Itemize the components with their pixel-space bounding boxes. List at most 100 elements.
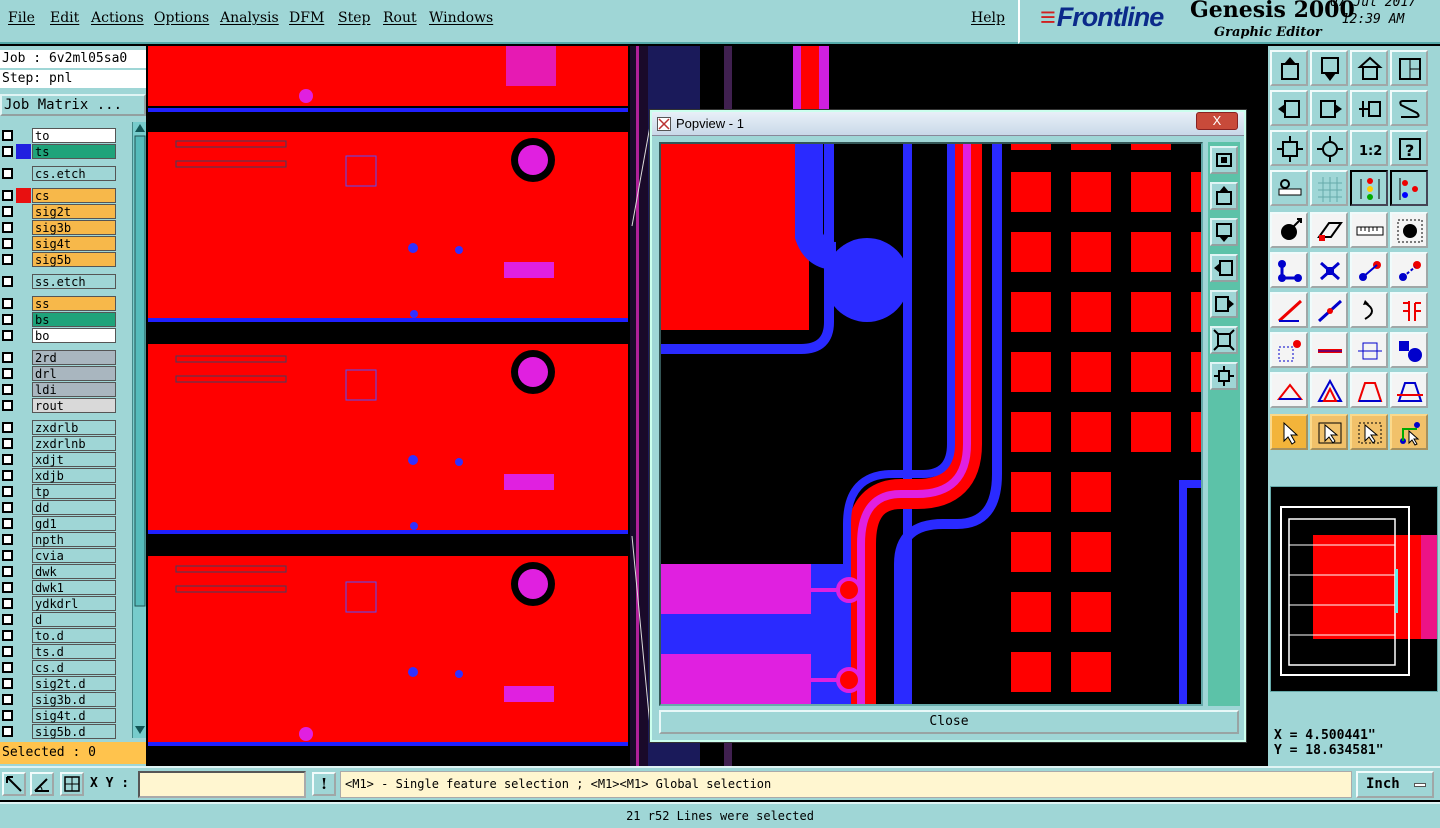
layer-checkbox[interactable] <box>2 502 13 513</box>
layer-name[interactable]: sig2t.d <box>32 676 116 691</box>
layer-checkbox[interactable] <box>2 486 13 497</box>
layer-checkbox[interactable] <box>2 582 13 593</box>
pv-pan-left-button[interactable] <box>1210 254 1238 282</box>
layer-name[interactable]: ss <box>32 296 116 311</box>
cut-button[interactable] <box>1310 332 1348 368</box>
layer-name[interactable]: gd1 <box>32 516 116 531</box>
layer-row[interactable]: ss <box>0 296 118 311</box>
pv-pan-right-button[interactable] <box>1210 290 1238 318</box>
menu-analysis[interactable]: Analysis <box>220 10 279 26</box>
layer-checkbox[interactable] <box>2 726 13 737</box>
layer-name[interactable]: bs <box>32 312 116 327</box>
layer-row[interactable]: sig3b.d <box>0 692 118 707</box>
popview-zoom-canvas[interactable] <box>659 142 1203 706</box>
measure-button[interactable] <box>1270 170 1308 206</box>
rotate-button[interactable] <box>1270 332 1308 368</box>
pan-right-button[interactable] <box>1310 90 1348 126</box>
layer-checkbox[interactable] <box>2 190 13 201</box>
layer-row[interactable]: sig4t.d <box>0 708 118 723</box>
layer-row[interactable]: xdjt <box>0 452 118 467</box>
layer-row[interactable]: npth <box>0 532 118 547</box>
resize-button[interactable] <box>1350 332 1388 368</box>
layer-row[interactable]: xdjb <box>0 468 118 483</box>
layer-checkbox[interactable] <box>2 330 13 341</box>
layer-checkbox[interactable] <box>2 630 13 641</box>
layer-row[interactable]: gd1 <box>0 516 118 531</box>
layer-row[interactable]: rout <box>0 398 118 413</box>
select-pointer-button[interactable] <box>1270 414 1308 450</box>
previous-view-button[interactable] <box>1350 90 1388 126</box>
layer-row[interactable]: ss.etch <box>0 274 118 289</box>
layer-row[interactable]: ts.d <box>0 644 118 659</box>
xy-input[interactable] <box>138 771 306 798</box>
popview-title-bar[interactable]: Popview - 1 X <box>652 112 1244 136</box>
measure-angle-button[interactable] <box>30 772 54 796</box>
layer-name[interactable]: xdjt <box>32 452 116 467</box>
redraw-button[interactable] <box>1390 90 1428 126</box>
layer-checkbox[interactable] <box>2 238 13 249</box>
layer-name[interactable]: sig4t <box>32 236 116 251</box>
layer-name[interactable]: rout <box>32 398 116 413</box>
layer-row[interactable]: 2rd <box>0 350 118 365</box>
move-segment-button[interactable] <box>1390 252 1428 288</box>
layer-name[interactable]: dd <box>32 500 116 515</box>
pan-left-button[interactable] <box>1270 90 1308 126</box>
zoom-home-button[interactable] <box>1270 50 1308 86</box>
layer-checkbox[interactable] <box>2 368 13 379</box>
layer-checkbox[interactable] <box>2 534 13 545</box>
layer-checkbox[interactable] <box>2 550 13 561</box>
layer-name[interactable]: sig5b.d <box>32 724 116 739</box>
layer-name[interactable]: cvia <box>32 548 116 563</box>
layer-checkbox[interactable] <box>2 694 13 705</box>
layer-row[interactable]: sig3b <box>0 220 118 235</box>
layer-name[interactable]: sig2t <box>32 204 116 219</box>
menu-dfm[interactable]: DFM <box>289 10 324 26</box>
crosshair-button[interactable] <box>60 772 84 796</box>
layer-row[interactable]: zxdrlb <box>0 420 118 435</box>
layer-row[interactable]: sig5b <box>0 252 118 267</box>
trapezoid-button[interactable] <box>1350 372 1388 408</box>
layer-row[interactable]: dwk <box>0 564 118 579</box>
layer-name[interactable]: to <box>32 128 116 143</box>
layer-name[interactable]: zxdrlb <box>32 420 116 435</box>
grid-button[interactable] <box>1310 170 1348 206</box>
layer-checkbox[interactable] <box>2 438 13 449</box>
layer-row[interactable]: drl <box>0 366 118 381</box>
layer-row[interactable]: cvia <box>0 548 118 563</box>
connect-button[interactable] <box>1270 252 1308 288</box>
layer-checkbox[interactable] <box>2 646 13 657</box>
layer-checkbox[interactable] <box>2 454 13 465</box>
polygon-offset-button[interactable] <box>1310 372 1348 408</box>
layer-checkbox[interactable] <box>2 276 13 287</box>
draw-line-button[interactable] <box>1270 292 1308 328</box>
menu-help[interactable]: Help <box>971 10 1005 26</box>
overview-minimap[interactable] <box>1270 486 1438 692</box>
layer-checkbox[interactable] <box>2 352 13 363</box>
layer-name[interactable]: cs.etch <box>32 166 116 181</box>
mirror-button[interactable] <box>1390 292 1428 328</box>
layer-checkbox[interactable] <box>2 710 13 721</box>
menu-step[interactable]: Step <box>338 10 370 26</box>
zoom-page-down-button[interactable] <box>1310 50 1348 86</box>
layer-name[interactable]: to.d <box>32 628 116 643</box>
cursor-mode-button[interactable] <box>2 772 26 796</box>
layer-row[interactable]: bs <box>0 312 118 327</box>
layer-row[interactable]: cs.etch <box>0 166 118 181</box>
layer-name[interactable]: ts <box>32 144 116 159</box>
window-layout-button[interactable] <box>1390 50 1428 86</box>
layer-row[interactable]: cs.d <box>0 660 118 675</box>
layer-row[interactable]: dd <box>0 500 118 515</box>
move-point-button[interactable] <box>1350 252 1388 288</box>
layer-name[interactable]: 2rd <box>32 350 116 365</box>
layer-name[interactable]: sig4t.d <box>32 708 116 723</box>
menu-actions[interactable]: Actions <box>91 10 144 26</box>
layer-checkbox[interactable] <box>2 314 13 325</box>
layer-color-swatch[interactable] <box>16 188 31 203</box>
layer-row[interactable]: to <box>0 128 118 143</box>
layer-row[interactable]: to.d <box>0 628 118 643</box>
layer-name[interactable]: ydkdrl <box>32 596 116 611</box>
menu-file[interactable]: File <box>8 10 35 26</box>
layer-color-swatch[interactable] <box>16 144 31 159</box>
layer-row[interactable]: sig2t <box>0 204 118 219</box>
add-surface-button[interactable] <box>1310 212 1348 248</box>
